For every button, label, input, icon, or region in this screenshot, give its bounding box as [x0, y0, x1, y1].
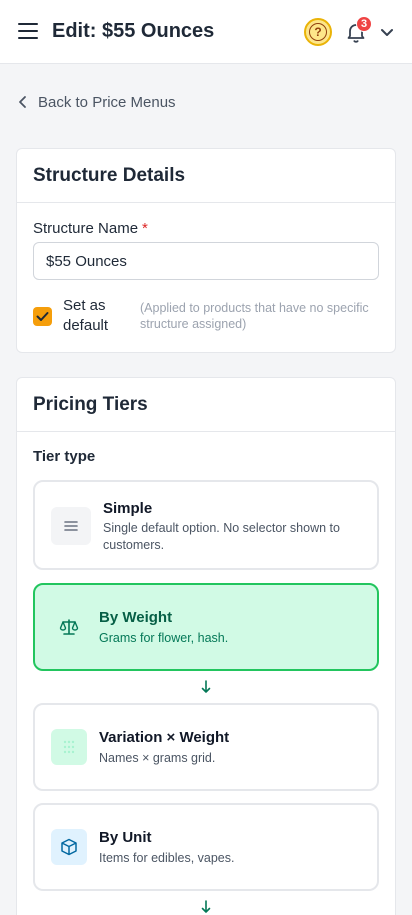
set-default-hint: (Applied to products that have no specif… — [140, 301, 369, 331]
back-to-price-menus-link[interactable]: Back to Price Menus — [18, 92, 176, 112]
structure-details-card: Structure Details Structure Name* Set as… — [16, 148, 396, 353]
page-title: Edit: $55 Ounces — [52, 20, 215, 42]
structure-name-input[interactable] — [33, 242, 379, 280]
structure-name-label-text: Structure Name — [33, 220, 139, 237]
structure-details-heading: Structure Details — [33, 165, 186, 186]
tier-title: By Weight — [99, 609, 173, 626]
tier-type-label: Tier type — [33, 448, 96, 465]
set-default-label[interactable]: Set as default — [63, 296, 133, 336]
pricing-tiers-heading: Pricing Tiers — [33, 394, 148, 415]
scale-icon — [51, 609, 87, 645]
tier-description: Single default option. No selector shown… — [103, 521, 340, 552]
card-header: Pricing Tiers — [17, 378, 395, 432]
arrow-down-icon — [201, 900, 211, 913]
lines-icon — [51, 507, 91, 545]
arrow-down-icon — [201, 680, 211, 693]
notification-badge: 3 — [356, 16, 372, 32]
tier-title: By Unit — [99, 829, 152, 846]
tier-description: Names × grams grid. — [99, 751, 216, 765]
help-icon[interactable]: ? — [304, 18, 332, 46]
structure-name-label: Structure Name * — [33, 220, 148, 237]
check-icon — [36, 312, 49, 321]
chevron-left-icon — [19, 96, 26, 108]
set-default-checkbox[interactable] — [33, 307, 52, 326]
back-link-label: Back to Price Menus — [38, 93, 176, 111]
pricing-tiers-card: Pricing Tiers Tier type Simple Single de… — [16, 377, 396, 915]
menu-icon[interactable] — [18, 23, 38, 41]
tier-description: Items for edibles, vapes. — [99, 851, 235, 865]
tier-option-by-unit[interactable]: By Unit Items for edibles, vapes. — [33, 803, 379, 891]
box-icon — [51, 829, 87, 865]
tier-title: Variation × Weight — [99, 729, 230, 746]
card-header: Structure Details — [17, 149, 395, 203]
top-bar: Edit: $55 Ounces ? 3 — [0, 0, 412, 64]
grid-dots-icon — [51, 729, 87, 765]
tier-option-simple[interactable]: Simple Single default option. No selecto… — [33, 480, 379, 570]
chevron-down-icon[interactable] — [380, 26, 394, 38]
tier-option-variation-weight[interactable]: Variation × Weight Names × grams grid. — [33, 703, 379, 791]
tier-option-by-weight[interactable]: By Weight Grams for flower, hash. — [33, 583, 379, 671]
help-glyph: ? — [309, 23, 327, 41]
tier-description: Grams for flower, hash. — [99, 631, 229, 645]
tier-title: Simple — [103, 500, 153, 517]
required-mark: * — [142, 220, 148, 237]
